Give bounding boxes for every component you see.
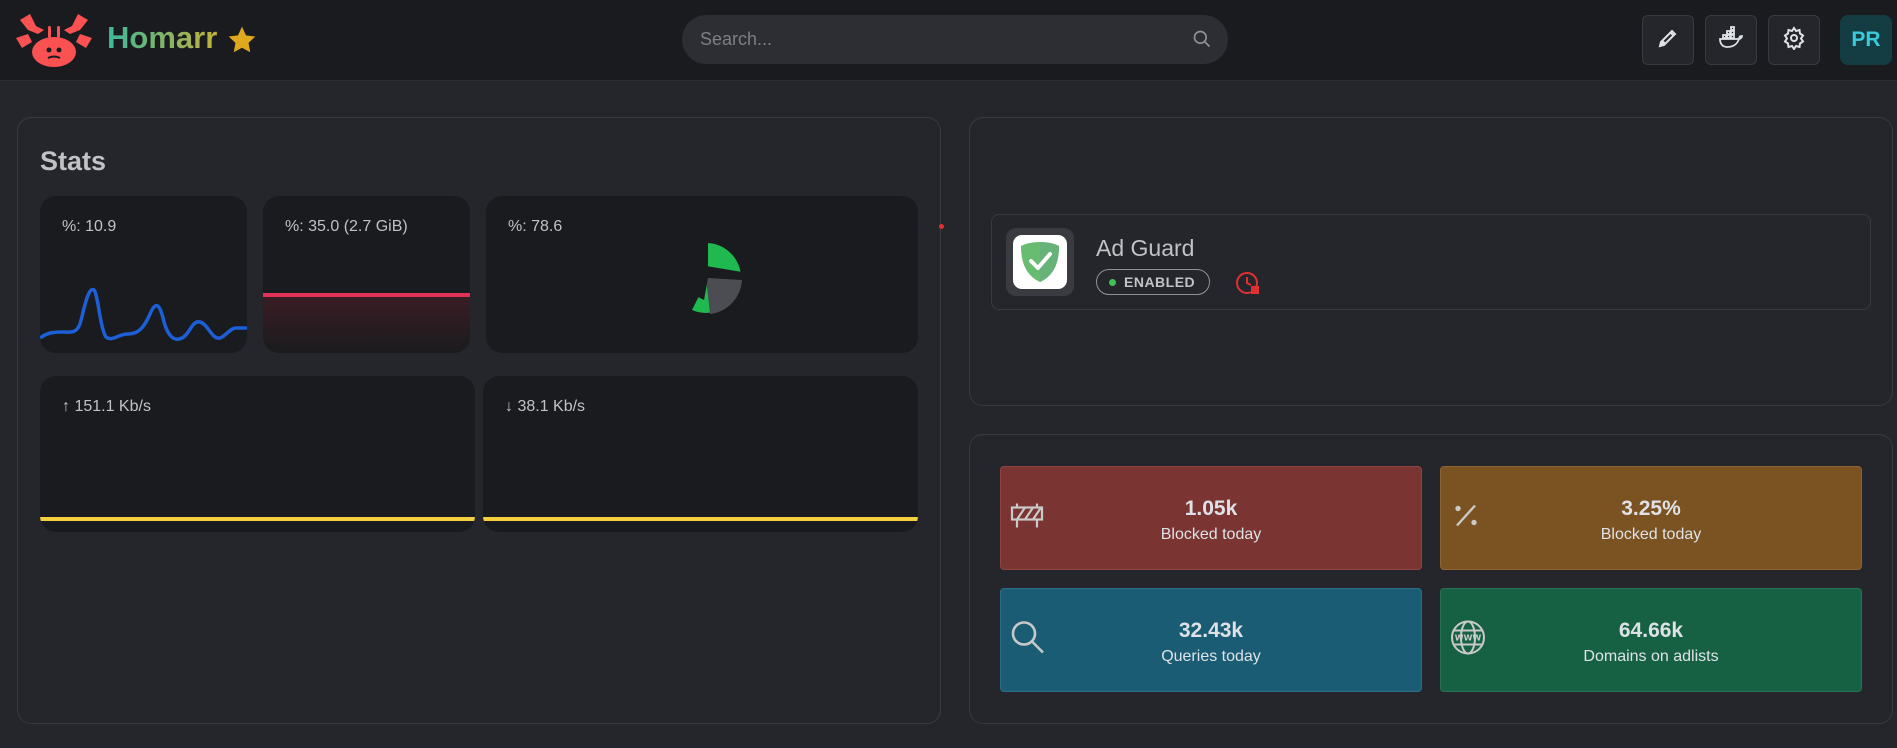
avatar[interactable]: PR bbox=[1840, 15, 1892, 65]
edit-mode-button[interactable] bbox=[1642, 15, 1694, 65]
blocked-count-caption: Blocked today bbox=[1160, 526, 1262, 543]
blocked-count-box: 1.05k Blocked today bbox=[1000, 466, 1422, 570]
top-header: Homarr PR bbox=[0, 0, 1897, 81]
download-line bbox=[483, 517, 918, 521]
adlists-box: WWW 64.66k Domains on adlists bbox=[1440, 588, 1862, 692]
docker-button[interactable] bbox=[1705, 15, 1757, 65]
disk-tile: %: 78.6 bbox=[486, 196, 918, 353]
docker-icon bbox=[1718, 25, 1744, 55]
blocked-percent-value: 3.25% bbox=[1621, 497, 1681, 520]
upload-label: ↑ 151.1 Kb/s bbox=[62, 398, 151, 415]
blocked-count-value: 1.05k bbox=[1184, 497, 1238, 520]
cpu-graph bbox=[40, 287, 247, 341]
adguard-app-card[interactable]: Ad Guard ENABLED bbox=[991, 214, 1871, 310]
upload-line bbox=[40, 517, 475, 521]
queries-box: 32.43k Queries today bbox=[1000, 588, 1422, 692]
upload-tile: ↑ 151.1 Kb/s bbox=[40, 376, 475, 532]
adguard-icon[interactable] bbox=[1006, 228, 1074, 296]
search-input[interactable] bbox=[700, 29, 1180, 50]
download-label: ↓ 38.1 Kb/s bbox=[505, 398, 586, 415]
pencil-icon bbox=[1656, 26, 1680, 55]
queries-caption: Queries today bbox=[1161, 648, 1261, 665]
disk-ring-chart bbox=[692, 243, 743, 314]
stats-title: Stats bbox=[40, 146, 107, 176]
blocked-percent-caption: Blocked today bbox=[1600, 526, 1702, 543]
cpu-tile: %: 10.9 bbox=[40, 196, 247, 353]
memory-line bbox=[263, 293, 470, 297]
disk-label: %: 78.6 bbox=[508, 218, 563, 235]
pause-timer-icon[interactable] bbox=[1234, 269, 1262, 302]
blocked-percent-box: 3.25% Blocked today bbox=[1440, 466, 1862, 570]
memory-label: %: 35.0 (2.7 GiB) bbox=[285, 218, 408, 235]
adlists-value: 64.66k bbox=[1618, 619, 1684, 642]
adlists-caption: Domains on adlists bbox=[1583, 648, 1719, 665]
gear-icon bbox=[1782, 25, 1806, 55]
queries-value: 32.43k bbox=[1178, 619, 1244, 642]
memory-area bbox=[263, 295, 470, 353]
status-badge: ENABLED bbox=[1096, 269, 1211, 295]
download-tile: ↓ 38.1 Kb/s bbox=[483, 376, 918, 532]
resize-handle[interactable] bbox=[939, 224, 944, 229]
settings-button[interactable] bbox=[1768, 15, 1820, 65]
adguard-name: Ad Guard bbox=[1096, 235, 1195, 261]
search-bar[interactable] bbox=[682, 15, 1228, 64]
search-icon[interactable] bbox=[1192, 29, 1212, 54]
status-dot bbox=[1109, 278, 1116, 286]
status-text: ENABLED bbox=[1124, 274, 1196, 290]
app-name[interactable]: Homarr bbox=[107, 20, 217, 56]
memory-tile: %: 35.0 (2.7 GiB) bbox=[263, 196, 470, 353]
homarr-logo-icon[interactable] bbox=[14, 12, 94, 68]
star-icon bbox=[226, 24, 258, 61]
